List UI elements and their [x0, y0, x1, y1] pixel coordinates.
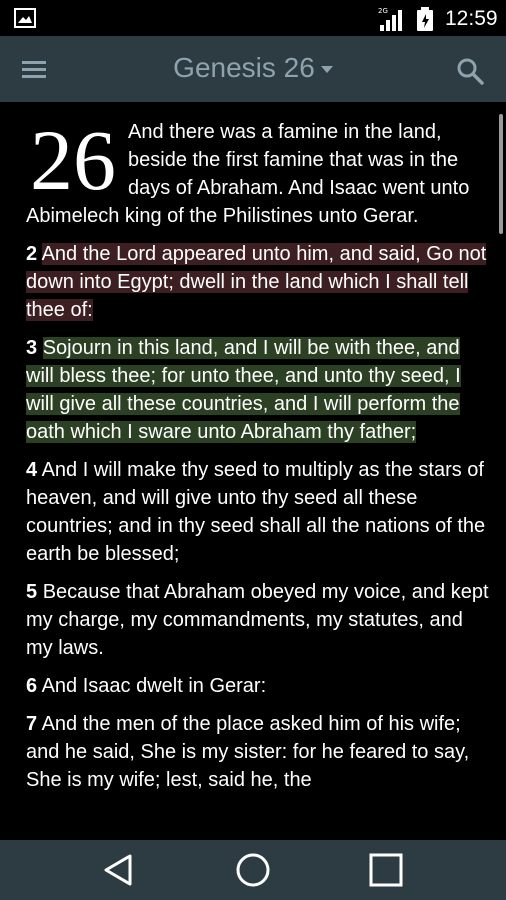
highlighted-verse-text: And the Lord appeared unto him, and said… — [26, 243, 487, 321]
verse-1[interactable]: 26 And there was a famine in the land, be… — [26, 118, 491, 230]
search-button[interactable] — [455, 56, 487, 88]
verse-5[interactable]: 5 Because that Abraham obeyed my voice, … — [26, 578, 491, 662]
battery-icon — [417, 7, 433, 31]
verse-3[interactable]: 3 Sojourn in this land, and I will be wi… — [26, 334, 491, 446]
verse-text: And the men of the place asked him of hi… — [26, 713, 470, 791]
status-time: 12:59 — [445, 7, 498, 30]
verse-text: And Isaac dwelt in Gerar: — [41, 675, 267, 697]
verse-number: 3 — [26, 337, 38, 359]
app-bar: Genesis 26 — [0, 36, 506, 102]
verse-number: 4 — [26, 459, 38, 481]
verse-text: Because that Abraham obeyed my voice, an… — [26, 581, 489, 659]
recents-square-icon — [369, 853, 403, 887]
back-triangle-icon — [104, 854, 132, 886]
verse-7[interactable]: 7 And the men of the place asked him of … — [26, 710, 491, 794]
status-bar: 2G 12:59 — [0, 0, 506, 36]
verse-6[interactable]: 6 And Isaac dwelt in Gerar: — [26, 672, 491, 700]
home-button[interactable] — [231, 852, 275, 888]
highlighted-verse-text: Sojourn in this land, and I will be with… — [26, 337, 461, 443]
verse-text: And I will make thy seed to multiply as … — [26, 459, 486, 565]
search-icon — [457, 58, 484, 85]
verse-2[interactable]: 2 And the Lord appeared unto him, and sa… — [26, 240, 491, 324]
chapter-number: 26 — [30, 118, 116, 208]
back-button[interactable] — [98, 852, 142, 888]
recents-button[interactable] — [364, 852, 408, 888]
signal-icon: 2G — [378, 7, 402, 31]
verse-number: 6 — [26, 675, 38, 697]
verse-number: 2 — [26, 243, 38, 265]
chevron-down-icon — [320, 66, 333, 74]
verse-number: 7 — [26, 713, 38, 735]
chapter-selector[interactable]: Genesis 26 — [0, 52, 506, 84]
verse-4[interactable]: 4 And I will make thy seed to multiply a… — [26, 456, 491, 568]
verse-number: 5 — [26, 581, 38, 603]
gallery-icon — [14, 8, 36, 28]
home-circle-icon — [236, 853, 270, 887]
network-type-label: 2G — [378, 7, 388, 15]
scrollbar-thumb[interactable] — [499, 114, 503, 234]
page-title: Genesis 26 — [173, 52, 315, 83]
chapter-text[interactable]: 26 And there was a famine in the land, be… — [26, 118, 491, 840]
navigation-bar — [0, 840, 506, 900]
